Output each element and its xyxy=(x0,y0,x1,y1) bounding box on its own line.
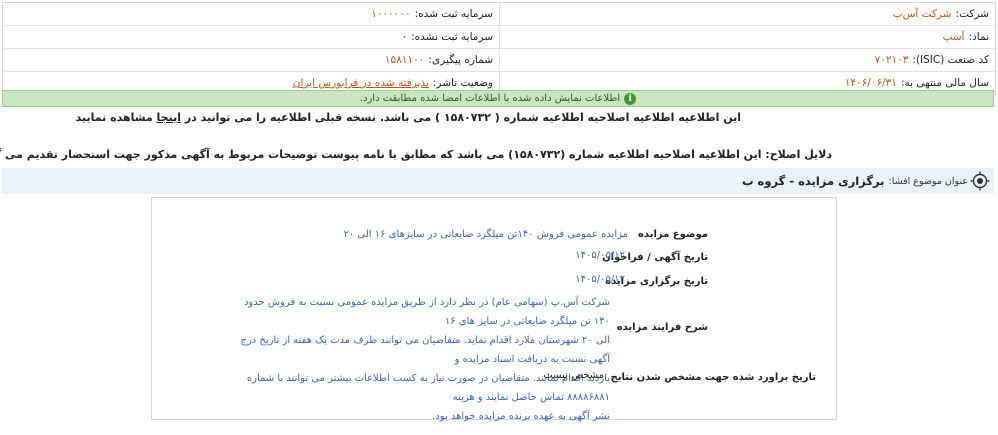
subject-label: عنوان موضوع افشا: xyxy=(889,175,970,187)
tracking-value: ۱۵۸۱۱۰۰ xyxy=(385,54,426,66)
company-info-table: شرکت: شرکت آس‌پ سرمایه ثبت شده: ۱۰۰۰۰۰۰ … xyxy=(3,2,997,95)
registered-capital-label: سرمایه ثبت شده: xyxy=(415,8,494,20)
signature-match-notice: i اطلاعات نمایش داده شده با اطلاعات امضا… xyxy=(3,90,995,107)
symbol-cell: نماد: آسپ xyxy=(500,26,996,48)
symbol-value[interactable]: آسپ xyxy=(944,31,966,43)
unregistered-capital-value: ۰ xyxy=(402,31,409,43)
auction-subject-value: مزایده عمومی فروش ۱۴۰تن میلگرد ضایعاتی د… xyxy=(344,229,630,240)
auction-details-panel: موضوع مزایده مزایده عمومی فروش ۱۴۰تن میل… xyxy=(152,197,838,422)
auction-subject-label: موضوع مزایده xyxy=(639,229,709,240)
unregistered-capital-label: سرمایه ثبت نشده: xyxy=(412,31,494,43)
process-line-2: الی ۲۰ شهرستان ملارد اقدام نماید. متقاضی… xyxy=(241,335,612,365)
info-row-3: کد صنعت (ISIC): ۷۰۲۱۰۳ شماره پیگیری: ۱۵۸… xyxy=(4,49,996,72)
isic-label: کد صنعت (ISIC): xyxy=(913,54,990,66)
target-icon xyxy=(971,171,991,191)
previous-version-link[interactable]: اینجا xyxy=(158,111,182,124)
tracking-cell: شماره پیگیری: ۱۵۸۱۱۰۰ xyxy=(4,49,500,71)
correction-text-after: مشاهده نمایید xyxy=(76,111,158,124)
process-line-4: نشر آگهی به عهده برنده مزایده خواهد بود. xyxy=(433,411,611,422)
process-description: شرکت آس.پ (سهامی عام) در نظر دارد از طری… xyxy=(233,293,612,426)
ad-date-label: تاریخ آگهی / فراخوان xyxy=(603,252,709,263)
process-line-1: شرکت آس.پ (سهامی عام) در نظر دارد از طری… xyxy=(244,297,611,327)
publisher-status-value[interactable]: پذیرفته شده در فرابورس ایران xyxy=(294,77,430,89)
estimate-value: مشخص نیست xyxy=(544,370,605,381)
symbol-label: نماد: xyxy=(969,31,990,43)
estimate-label: تاریخ براورد شده جهت مشخص شدن نتایج xyxy=(611,372,817,383)
publisher-status-label: وضعیت ناشر: xyxy=(433,77,494,89)
info-row-2: نماد: آسپ سرمایه ثبت نشده: ۰ xyxy=(4,26,996,49)
correction-reason: دلایل اصلاح: این اطلاعیه اصلاحیه اطلاعیه… xyxy=(0,148,833,161)
ad-date-row: تاریخ آگهی / فراخوان xyxy=(603,252,709,263)
info-row-1: شرکت: شرکت آس‌پ سرمایه ثبت شده: ۱۰۰۰۰۰۰ xyxy=(4,3,996,26)
process-label: شرح فرایند مزایده xyxy=(617,322,709,333)
unregistered-capital-cell: سرمایه ثبت نشده: ۰ xyxy=(4,26,500,48)
subject-title: برگزاری مزایده - گروه ب xyxy=(742,174,886,188)
isic-cell: کد صنعت (ISIC): ۷۰۲۱۰۳ xyxy=(500,49,996,71)
registered-capital-value: ۱۰۰۰۰۰۰ xyxy=(372,8,412,20)
company-label: شرکت: xyxy=(956,8,990,20)
company-value[interactable]: شرکت آس‌پ xyxy=(894,8,953,20)
correction-text-before: این اطلاعیه اطلاعیه اصلاحیه اطلاعیه شمار… xyxy=(182,111,742,124)
auction-subject-row: موضوع مزایده مزایده عمومی فروش ۱۴۰تن میل… xyxy=(345,229,710,240)
tracking-label: شماره پیگیری: xyxy=(429,54,494,66)
fiscal-value: ۱۴۰۶/۰۶/۳۱ xyxy=(845,77,898,89)
company-cell: شرکت: شرکت آس‌پ xyxy=(500,3,996,25)
isic-value: ۷۰۲۱۰۳ xyxy=(875,54,910,66)
disclosure-subject-bar: عنوان موضوع افشا: برگزاری مزایده - گروه … xyxy=(3,168,995,194)
fiscal-label: سال مالی منتهی به: xyxy=(901,77,990,89)
ad-date-value: ۱۴۰۵/۰۵/۱۲ xyxy=(576,250,626,261)
info-icon: i xyxy=(625,92,638,105)
auction-date-value: ۱۴۰۵/۰۵/۱۲ xyxy=(576,274,626,285)
correction-notice: این اطلاعیه اطلاعیه اصلاحیه اطلاعیه شمار… xyxy=(77,111,742,124)
registered-capital-cell: سرمایه ثبت شده: ۱۰۰۰۰۰۰ xyxy=(4,3,500,25)
notice-text: اطلاعات نمایش داده شده با اطلاعات امضا ش… xyxy=(360,93,622,104)
